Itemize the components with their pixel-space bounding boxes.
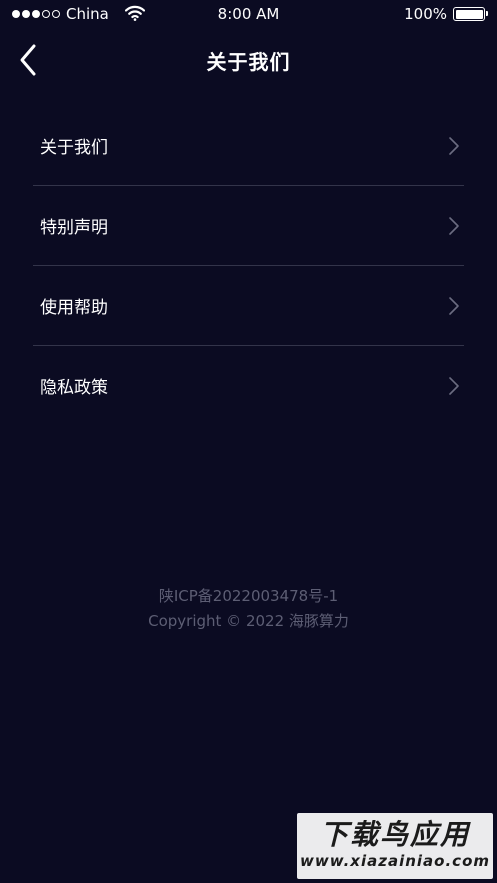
menu-item-label: 关于我们 bbox=[40, 138, 108, 158]
battery-fill bbox=[455, 9, 483, 19]
status-right: 100% bbox=[404, 5, 488, 23]
chevron-right-icon bbox=[449, 216, 459, 235]
nav-bar: 关于我们 bbox=[0, 30, 497, 90]
footer: 陕ICP备2022003478号-1 Copyright © 2022 海豚算力 bbox=[0, 584, 497, 634]
menu-item-label: 特别声明 bbox=[40, 218, 108, 238]
menu-item-label: 隐私政策 bbox=[40, 378, 108, 398]
chevron-right-icon bbox=[449, 296, 459, 315]
chevron-right-icon bbox=[449, 136, 459, 155]
menu-item-help[interactable]: 使用帮助 bbox=[33, 266, 464, 346]
battery-icon bbox=[453, 7, 488, 21]
menu-list: 关于我们 特别声明 使用帮助 隐私政策 bbox=[33, 106, 464, 425]
menu-item-about-us[interactable]: 关于我们 bbox=[33, 106, 464, 186]
icp-record: 陕ICP备2022003478号-1 bbox=[158, 587, 339, 605]
menu-item-privacy-policy[interactable]: 隐私政策 bbox=[33, 346, 464, 425]
menu-item-special-statement[interactable]: 特别声明 bbox=[33, 186, 464, 266]
copyright-text: Copyright © 2022 海豚算力 bbox=[148, 612, 349, 630]
watermark-title: 下载鸟应用 bbox=[319, 818, 470, 851]
menu-item-label: 使用帮助 bbox=[40, 298, 108, 318]
watermark-logo: 下载鸟应用 www.xiazainiao.com bbox=[297, 813, 493, 879]
status-bar: China 8:00 AM 100% bbox=[0, 0, 497, 28]
page-title: 关于我们 bbox=[206, 50, 291, 74]
battery-percent: 100% bbox=[404, 5, 447, 23]
chevron-right-icon bbox=[449, 376, 459, 395]
watermark-url: www.xiazainiao.com bbox=[299, 852, 491, 870]
